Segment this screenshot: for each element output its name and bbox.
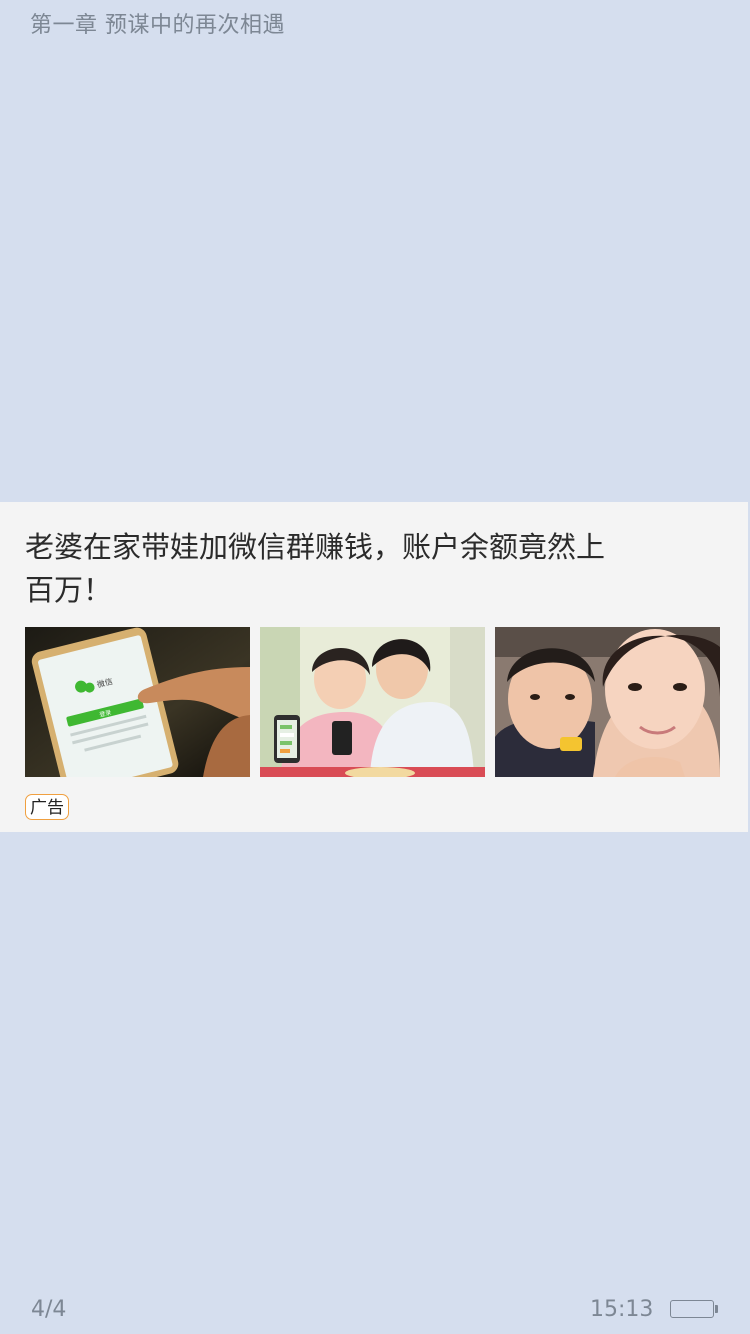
ad-image-strip: 微信 登录 — [25, 627, 721, 777]
ad-headline[interactable]: 老婆在家带娃加微信群赚钱，账户余额竟然上百万！ — [25, 526, 625, 612]
phone-wechat-login-image[interactable]: 微信 登录 — [25, 627, 250, 777]
chapter-title: 第一章 预谋中的再次相遇 — [30, 13, 285, 38]
battery-icon — [670, 1300, 714, 1318]
page-indicator: 4/4 — [31, 1297, 67, 1322]
ad-card[interactable]: 老婆在家带娃加微信群赚钱，账户余额竟然上百万！ 微信 登录 广告 — [0, 502, 748, 832]
ad-badge: 广告 — [25, 794, 69, 820]
couple-using-phone-image[interactable] — [260, 627, 485, 777]
battery-tip — [715, 1305, 718, 1313]
clock-time: 15:13 — [590, 1297, 654, 1322]
mother-and-child-image[interactable] — [495, 627, 720, 777]
